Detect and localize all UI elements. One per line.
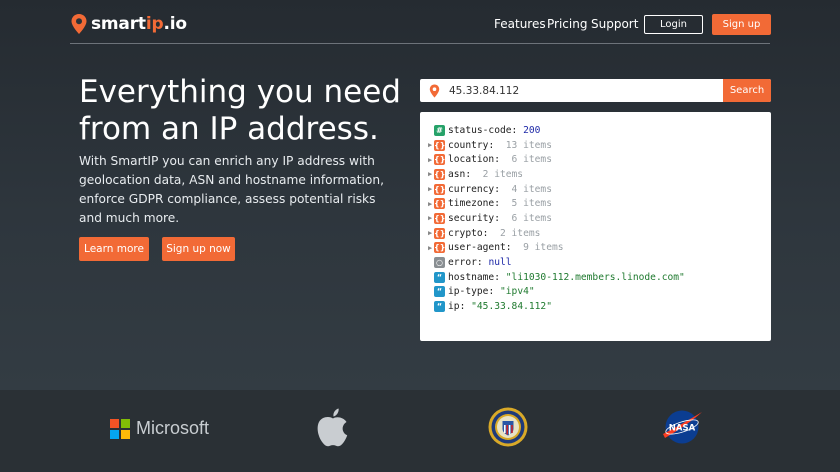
- nav-divider: [70, 43, 770, 44]
- object-icon: {}: [434, 168, 446, 180]
- expand-caret-icon[interactable]: ▶: [428, 244, 432, 252]
- expand-caret-icon[interactable]: ▶: [428, 156, 432, 164]
- json-result-viewer: # status-code: 200 ▶ {} country: 13 item…: [420, 112, 771, 341]
- json-value: 200: [523, 124, 541, 136]
- json-row-timezone[interactable]: ▶ {} timezone: 5 items: [420, 196, 771, 211]
- signup-button[interactable]: Sign up: [712, 14, 771, 35]
- logo-text: smartip.io: [91, 14, 187, 34]
- fbi-seal-logo: [488, 407, 528, 447]
- expand-caret-icon[interactable]: ▶: [428, 200, 432, 208]
- string-icon: “: [434, 286, 445, 298]
- json-row-asn[interactable]: ▶ {} asn: 2 items: [420, 167, 771, 182]
- object-icon: {}: [434, 212, 446, 224]
- object-icon: {}: [434, 227, 446, 239]
- expand-caret-icon[interactable]: ▶: [428, 185, 432, 193]
- object-icon: {}: [434, 154, 446, 166]
- json-row-hostname: “ hostname: "li1030-112.members.linode.c…: [420, 270, 771, 285]
- json-row-currency[interactable]: ▶ {} currency: 4 items: [420, 182, 771, 197]
- hash-icon: #: [434, 124, 445, 136]
- login-button[interactable]: Login: [644, 15, 703, 34]
- json-row-ip-type: “ ip-type: "ipv4": [420, 285, 771, 300]
- string-icon: “: [434, 271, 445, 283]
- json-row-error: ○ error: null: [434, 257, 512, 269]
- hero-subtext: With SmartIP you can enrich any IP addre…: [79, 154, 384, 225]
- expand-caret-icon[interactable]: ▶: [428, 170, 432, 178]
- nav-pricing[interactable]: Pricing: [547, 17, 587, 31]
- nasa-logo: NASA: [663, 410, 702, 444]
- expand-caret-icon[interactable]: ▶: [428, 214, 432, 222]
- apple-logo: [317, 408, 348, 447]
- location-pin-icon: [429, 84, 440, 97]
- json-row-status-code: # status-code: 200: [420, 123, 771, 138]
- microsoft-windows-icon: [110, 418, 130, 439]
- hero-headline: Everything you need from an IP address.: [79, 74, 401, 147]
- ip-search-input[interactable]: [449, 84, 709, 97]
- json-row-crypto[interactable]: ▶ {} crypto: 2 items: [420, 226, 771, 241]
- expand-caret-icon[interactable]: ▶: [428, 229, 432, 237]
- ip-search-bar: Search: [420, 79, 771, 102]
- nav-support[interactable]: Support: [591, 17, 638, 31]
- search-button[interactable]: Search: [723, 79, 771, 102]
- expand-caret-icon[interactable]: ▶: [428, 141, 432, 149]
- learn-more-button[interactable]: Learn more: [79, 237, 149, 261]
- location-pin-icon: [71, 14, 87, 34]
- json-row-location[interactable]: ▶ {} location: 6 items: [420, 152, 771, 167]
- nav-features[interactable]: Features: [494, 17, 546, 31]
- microsoft-logo: Microsoft: [110, 418, 209, 439]
- object-icon: {}: [434, 183, 446, 195]
- json-row-user-agent[interactable]: ▶ {} user-agent: 9 items: [420, 241, 771, 256]
- object-icon: {}: [434, 139, 446, 151]
- object-icon: {}: [434, 198, 446, 210]
- json-row-country[interactable]: ▶ {} country: 13 items: [420, 138, 771, 153]
- json-row-security[interactable]: ▶ {} security: 6 items: [420, 211, 771, 226]
- nasa-wordmark: NASA: [669, 424, 696, 434]
- brand-logo[interactable]: smartip.io: [70, 13, 187, 35]
- object-icon: {}: [434, 242, 446, 254]
- sign-up-now-button[interactable]: Sign up now: [162, 237, 235, 261]
- string-icon: “: [434, 301, 445, 313]
- json-row-ip: “ ip: "45.33.84.112": [420, 299, 771, 314]
- null-icon: ○: [434, 257, 445, 269]
